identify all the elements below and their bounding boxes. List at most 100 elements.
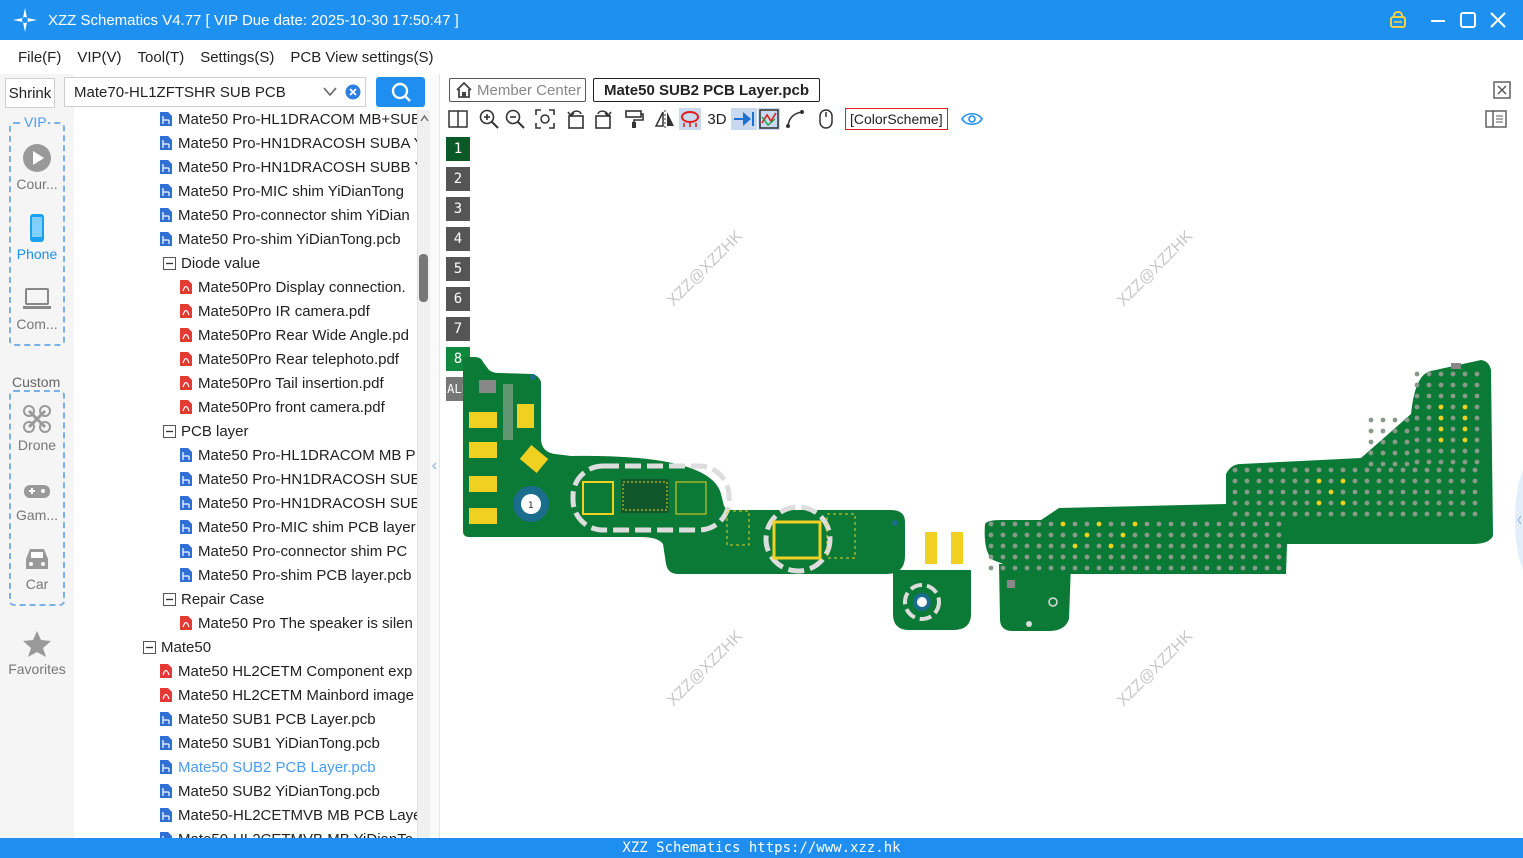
via bbox=[1438, 459, 1444, 465]
tree-item[interactable]: Mate50 Pro-HN1DRACOSH SUE bbox=[179, 467, 420, 491]
via bbox=[1304, 489, 1310, 495]
shrink-button[interactable]: Shrink bbox=[5, 78, 55, 108]
pcb-board[interactable]: 1 bbox=[441, 74, 1523, 838]
minimize-button[interactable] bbox=[1426, 8, 1450, 32]
maximize-button[interactable] bbox=[1456, 8, 1480, 32]
via bbox=[1404, 439, 1410, 445]
nav-games[interactable]: Gam... bbox=[0, 478, 74, 523]
tree-item[interactable]: Mate50-HL2CETMVB MB YiDianTo bbox=[159, 827, 420, 838]
close-button[interactable] bbox=[1486, 8, 1510, 32]
tree-item-label: Mate50Pro IR camera.pdf bbox=[198, 302, 370, 320]
menu-file[interactable]: File(F) bbox=[18, 49, 61, 66]
collapse-right-icon[interactable] bbox=[1515, 470, 1523, 570]
pdf-file-icon bbox=[180, 280, 192, 294]
tree-folder[interactable]: Diode value bbox=[163, 251, 420, 275]
tree-item[interactable]: Mate50 SUB2 YiDianTong.pcb bbox=[159, 779, 420, 803]
nav-phone[interactable]: Phone bbox=[0, 213, 74, 262]
pcb-file-icon bbox=[160, 232, 172, 246]
tree-scrollbar-thumb[interactable] bbox=[419, 254, 428, 302]
tree-folder[interactable]: Mate50 bbox=[143, 635, 420, 659]
tree-item[interactable]: Mate50 SUB1 PCB Layer.pcb bbox=[159, 707, 420, 731]
nav-courses[interactable]: Cour... bbox=[0, 143, 74, 192]
via bbox=[1000, 543, 1006, 549]
tree-item[interactable]: Mate50 Pro The speaker is silen bbox=[179, 611, 420, 635]
tree-item[interactable]: Mate50 Pro-connector shim PC bbox=[179, 539, 420, 563]
nav-favorites[interactable]: Favorites bbox=[0, 630, 74, 677]
via bbox=[988, 543, 994, 549]
via bbox=[1392, 461, 1398, 467]
tree-item-label: Mate50 Pro-MIC shim PCB layer bbox=[198, 518, 416, 536]
tree-item[interactable]: Mate50Pro front camera.pdf bbox=[179, 395, 420, 419]
tree-item[interactable]: Mate50 HL2CETM Mainbord image bbox=[159, 683, 420, 707]
via bbox=[1448, 500, 1454, 506]
scroll-up-icon[interactable] bbox=[420, 114, 429, 122]
menu-pcb-view-settings[interactable]: PCB View settings(S) bbox=[290, 49, 433, 66]
tree-item[interactable]: Mate50 HL2CETM Component exp bbox=[159, 659, 420, 683]
tree-item[interactable]: Mate50Pro Rear telephoto.pdf bbox=[179, 347, 420, 371]
via bbox=[1328, 489, 1334, 495]
tree-item[interactable]: Mate50-HL2CETMVB MB PCB Laye bbox=[159, 803, 420, 827]
tree-item[interactable]: Mate50Pro Display connection. bbox=[179, 275, 420, 299]
nav-car[interactable]: Car bbox=[0, 545, 74, 592]
tree-item[interactable]: Mate50 Pro-shim PCB layer.pcb bbox=[179, 563, 420, 587]
via bbox=[1192, 565, 1198, 571]
tree-item[interactable]: Mate50 Pro-MIC shim YiDianTong bbox=[159, 179, 420, 203]
tree-folder[interactable]: PCB layer bbox=[163, 419, 420, 443]
tree-item[interactable]: Mate50 SUB2 PCB Layer.pcb bbox=[159, 755, 420, 779]
via bbox=[1436, 467, 1442, 473]
collapse-folder-icon[interactable] bbox=[143, 640, 156, 654]
tree-item[interactable]: Mate50 SUB1 YiDianTong.pcb bbox=[159, 731, 420, 755]
tree-item[interactable]: Mate50 Pro-shim YiDianTong.pcb bbox=[159, 227, 420, 251]
via bbox=[1096, 532, 1102, 538]
tree-item[interactable]: Mate50Pro Rear Wide Angle.pd bbox=[179, 323, 420, 347]
nav-computer[interactable]: Com... bbox=[0, 285, 74, 332]
menu-tool[interactable]: Tool(T) bbox=[138, 49, 185, 66]
tree-item[interactable]: Mate50Pro IR camera.pdf bbox=[179, 299, 420, 323]
nav-drone[interactable]: Drone bbox=[0, 404, 74, 453]
via bbox=[1204, 565, 1210, 571]
via bbox=[1012, 543, 1018, 549]
via bbox=[1244, 478, 1250, 484]
panel-splitter[interactable] bbox=[430, 74, 440, 838]
via bbox=[1280, 500, 1286, 506]
pcb-file-icon bbox=[180, 472, 192, 486]
via bbox=[1304, 500, 1310, 506]
via bbox=[1400, 489, 1406, 495]
collapse-folder-icon[interactable] bbox=[163, 592, 176, 606]
via bbox=[1462, 393, 1468, 399]
clear-search-icon[interactable] bbox=[345, 84, 361, 100]
tree-item[interactable]: Mate50 Pro-HN1DRACOSH SUBA Y bbox=[159, 131, 420, 155]
via bbox=[1380, 417, 1386, 423]
tree-item[interactable]: Mate50 Pro-HL1DRACOM MB P bbox=[179, 443, 420, 467]
tree-scrollbar[interactable] bbox=[417, 110, 430, 838]
via bbox=[1450, 371, 1456, 377]
via bbox=[1256, 511, 1262, 517]
tree-item[interactable]: Mate50 Pro-HN1DRACOSH SUE bbox=[179, 491, 420, 515]
via bbox=[1376, 467, 1382, 473]
collapse-folder-icon[interactable] bbox=[163, 256, 176, 270]
via bbox=[1232, 478, 1238, 484]
via bbox=[1132, 532, 1138, 538]
chevron-down-icon[interactable] bbox=[323, 86, 337, 98]
app-logo-icon bbox=[13, 8, 37, 32]
via bbox=[1132, 543, 1138, 549]
via bbox=[1256, 467, 1262, 473]
tree-item[interactable]: Mate50Pro Tail insertion.pdf bbox=[179, 371, 420, 395]
tree-item[interactable]: Mate50 Pro-MIC shim PCB layer bbox=[179, 515, 420, 539]
tree-item[interactable]: Mate50 Pro-connector shim YiDian bbox=[159, 203, 420, 227]
menu-settings[interactable]: Settings(S) bbox=[200, 49, 274, 66]
tree-item[interactable]: Mate50 Pro-HL1DRACOM MB+SUB bbox=[159, 110, 420, 131]
search-input[interactable]: Mate70-HL1ZFTSHR SUB PCB bbox=[64, 77, 366, 107]
via bbox=[1328, 467, 1334, 473]
search-button[interactable] bbox=[376, 77, 425, 107]
via bbox=[1000, 565, 1006, 571]
tree-item[interactable]: Mate50 Pro-HN1DRACOSH SUBB Y bbox=[159, 155, 420, 179]
collapse-left-icon[interactable] bbox=[430, 459, 440, 473]
via bbox=[1462, 426, 1468, 432]
via bbox=[1264, 521, 1270, 527]
lock-icon[interactable] bbox=[1386, 8, 1410, 32]
collapse-folder-icon[interactable] bbox=[163, 424, 176, 438]
pdf-file-icon bbox=[180, 304, 192, 318]
menu-vip[interactable]: VIP(V) bbox=[77, 49, 121, 66]
tree-folder[interactable]: Repair Case bbox=[163, 587, 420, 611]
